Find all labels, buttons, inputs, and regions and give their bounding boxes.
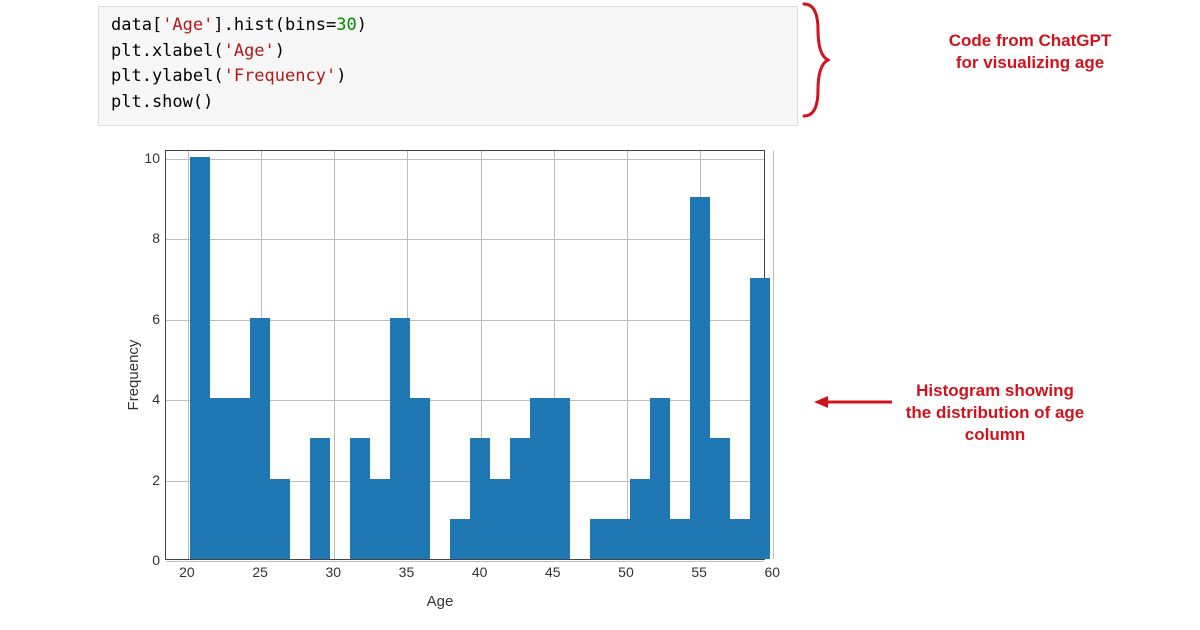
x-tick-label: 45 bbox=[545, 564, 561, 580]
histogram-bar bbox=[490, 479, 510, 559]
histogram-bar bbox=[630, 479, 650, 559]
code-token: 'Age' bbox=[224, 41, 275, 61]
histogram-bar bbox=[470, 438, 490, 559]
histogram-bar bbox=[450, 519, 470, 559]
y-tick-label: 10 bbox=[130, 150, 160, 166]
histogram-bar bbox=[390, 318, 410, 559]
code-cell: data['Age'].hist(bins=30) plt.xlabel('Ag… bbox=[98, 6, 798, 126]
annotation-line: the distribution of age bbox=[895, 402, 1095, 424]
histogram-bar bbox=[530, 398, 550, 559]
annotation-line: Code from ChatGPT bbox=[930, 30, 1130, 52]
y-tick-label: 0 bbox=[130, 552, 160, 568]
histogram-bar bbox=[650, 398, 670, 559]
code-token: plt.ylabel( bbox=[111, 66, 224, 86]
brace-icon bbox=[800, 0, 830, 120]
code-token: ) bbox=[275, 41, 285, 61]
x-tick-label: 50 bbox=[618, 564, 634, 580]
y-tick-label: 8 bbox=[130, 230, 160, 246]
histogram-bar bbox=[310, 438, 330, 559]
annotation-line: column bbox=[895, 424, 1095, 446]
histogram-bar bbox=[610, 519, 630, 559]
histogram-bar bbox=[370, 479, 390, 559]
histogram-bar bbox=[690, 197, 710, 559]
annotation-code: Code from ChatGPT for visualizing age bbox=[930, 30, 1130, 74]
histogram-bar bbox=[750, 278, 770, 559]
gridline-h bbox=[166, 159, 764, 160]
x-tick-label: 20 bbox=[179, 564, 195, 580]
histogram-bar bbox=[190, 157, 210, 559]
histogram-bar bbox=[590, 519, 610, 559]
y-tick-label: 6 bbox=[130, 311, 160, 327]
gridline-h bbox=[166, 561, 764, 562]
y-tick-label: 2 bbox=[130, 472, 160, 488]
histogram-bar bbox=[670, 519, 690, 559]
gridline-v bbox=[773, 151, 774, 559]
gridline-v bbox=[627, 151, 628, 559]
histogram-bar bbox=[270, 479, 290, 559]
code-token: = bbox=[326, 15, 336, 35]
y-tick-label: 4 bbox=[130, 391, 160, 407]
code-token: ].hist(bins bbox=[213, 15, 326, 35]
histogram-bar bbox=[550, 398, 570, 559]
x-tick-label: 25 bbox=[252, 564, 268, 580]
code-token: ) bbox=[357, 15, 367, 35]
code-token: data[ bbox=[111, 15, 162, 35]
code-token: 30 bbox=[336, 15, 356, 35]
annotation-line: Histogram showing bbox=[895, 380, 1095, 402]
gridline-h bbox=[166, 239, 764, 240]
arrow-icon bbox=[814, 392, 894, 412]
x-tick-label: 40 bbox=[472, 564, 488, 580]
annotation-line: for visualizing age bbox=[930, 52, 1130, 74]
x-tick-label: 35 bbox=[399, 564, 415, 580]
code-token: 'Age' bbox=[162, 15, 213, 35]
histogram-bar bbox=[510, 438, 530, 559]
histogram-bar bbox=[710, 438, 730, 559]
code-token: plt.xlabel( bbox=[111, 41, 224, 61]
code-token: plt.show() bbox=[111, 92, 213, 112]
code-line-4: plt.show() bbox=[111, 90, 785, 116]
histogram-bar bbox=[250, 318, 270, 559]
x-tick-label: 55 bbox=[691, 564, 707, 580]
annotation-histogram: Histogram showing the distribution of ag… bbox=[895, 380, 1095, 446]
code-line-1: data['Age'].hist(bins=30) bbox=[111, 13, 785, 39]
code-line-2: plt.xlabel('Age') bbox=[111, 39, 785, 65]
plot-area bbox=[165, 150, 765, 560]
code-line-3: plt.ylabel('Frequency') bbox=[111, 64, 785, 90]
histogram-chart: Frequency Age 0246810202530354045505560 bbox=[90, 140, 790, 610]
x-axis-label: Age bbox=[427, 593, 454, 610]
histogram-bar bbox=[230, 398, 250, 559]
x-tick-label: 30 bbox=[325, 564, 341, 580]
histogram-bar bbox=[730, 519, 750, 559]
gridline-v bbox=[188, 151, 189, 559]
histogram-bar bbox=[210, 398, 230, 559]
histogram-bar bbox=[350, 438, 370, 559]
gridline-v bbox=[334, 151, 335, 559]
code-token: ) bbox=[336, 66, 346, 86]
x-tick-label: 60 bbox=[765, 564, 781, 580]
histogram-bar bbox=[410, 398, 430, 559]
code-token: 'Frequency' bbox=[224, 66, 337, 86]
